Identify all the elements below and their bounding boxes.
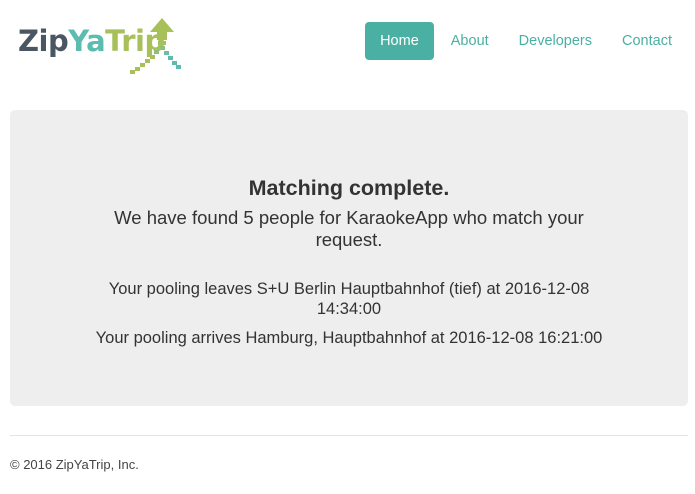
result-panel: Matching complete. We have found 5 peopl… bbox=[10, 110, 688, 406]
result-summary: We have found 5 people for KaraokeApp wh… bbox=[114, 207, 584, 250]
nav-about[interactable]: About bbox=[436, 22, 504, 60]
main-nav: Home About Developers Contact bbox=[365, 22, 687, 60]
nav-developers[interactable]: Developers bbox=[504, 22, 607, 60]
brand-part-zip: Zip bbox=[18, 24, 69, 58]
nav-contact[interactable]: Contact bbox=[607, 22, 687, 60]
nav-home[interactable]: Home bbox=[365, 22, 434, 60]
header: ZipYaTrip Home About Developers Contact bbox=[0, 0, 695, 90]
zipper-arrow-icon bbox=[130, 18, 181, 74]
brand-part-ya: Ya bbox=[68, 24, 106, 58]
footer-divider bbox=[10, 435, 688, 436]
result-title: Matching complete. bbox=[248, 176, 450, 200]
brand-logo[interactable]: ZipYaTrip bbox=[18, 16, 188, 76]
departure-info: Your pooling leaves S+U Berlin Hauptbahn… bbox=[108, 280, 590, 318]
arrival-info: Your pooling arrives Hamburg, Hauptbahnh… bbox=[95, 329, 603, 347]
footer-copyright: © 2016 ZipYaTrip, Inc. bbox=[10, 457, 139, 472]
